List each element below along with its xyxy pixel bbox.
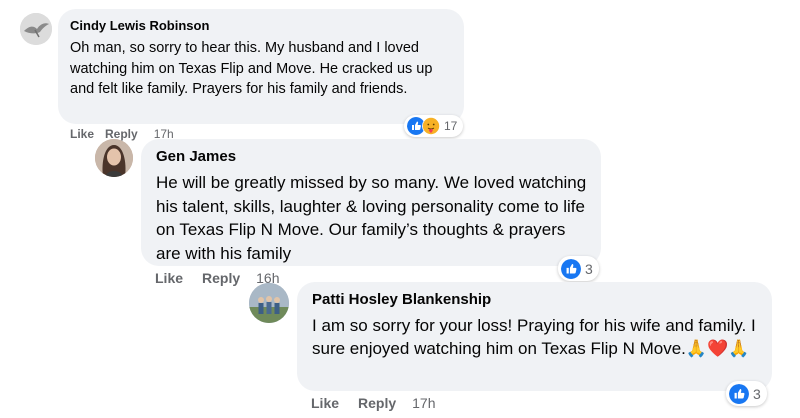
comment-author[interactable]: Patti Hosley Blankenship	[312, 291, 758, 309]
avatar[interactable]	[249, 283, 289, 323]
avatar[interactable]	[20, 13, 52, 45]
like-reaction-icon	[561, 258, 581, 279]
comment-bubble: Cindy Lewis Robinson Oh man, so sorry to…	[58, 9, 464, 124]
like-reaction-icon	[729, 383, 749, 404]
like-button[interactable]: Like	[155, 270, 183, 286]
comment-actions: Like Reply 17h	[311, 395, 436, 411]
profile-photo-icon	[95, 139, 133, 177]
comment-text: Oh man, so sorry to hear this. My husban…	[70, 40, 433, 97]
comment-author[interactable]: Cindy Lewis Robinson	[70, 18, 452, 34]
reaction-summary[interactable]: 17	[404, 115, 464, 137]
avatar[interactable]	[95, 139, 133, 177]
bird-avatar-icon	[20, 13, 52, 45]
comment-timestamp[interactable]: 17h	[412, 395, 435, 411]
comment-bubble: Patti Hosley Blankenship I am so sorry f…	[297, 282, 772, 391]
comment-text: He will be greatly missed by so many. We…	[156, 173, 587, 263]
reply-button[interactable]: Reply	[358, 395, 396, 411]
comment-bubble: Gen James He will be greatly missed by s…	[141, 139, 601, 266]
like-button[interactable]: Like	[70, 127, 94, 141]
profile-photo-icon	[249, 283, 289, 323]
reaction-summary[interactable]: 3	[726, 381, 767, 406]
comment-author[interactable]: Gen James	[156, 148, 587, 166]
reaction-summary[interactable]: 3	[558, 256, 599, 281]
care-reaction-icon	[422, 117, 440, 135]
comment-text: I am so sorry for your loss! Praying for…	[312, 316, 756, 358]
reaction-count: 3	[753, 385, 761, 402]
reply-button[interactable]: Reply	[202, 270, 240, 286]
reaction-count: 17	[444, 119, 458, 133]
reaction-count: 3	[585, 260, 593, 277]
like-button[interactable]: Like	[311, 395, 339, 411]
